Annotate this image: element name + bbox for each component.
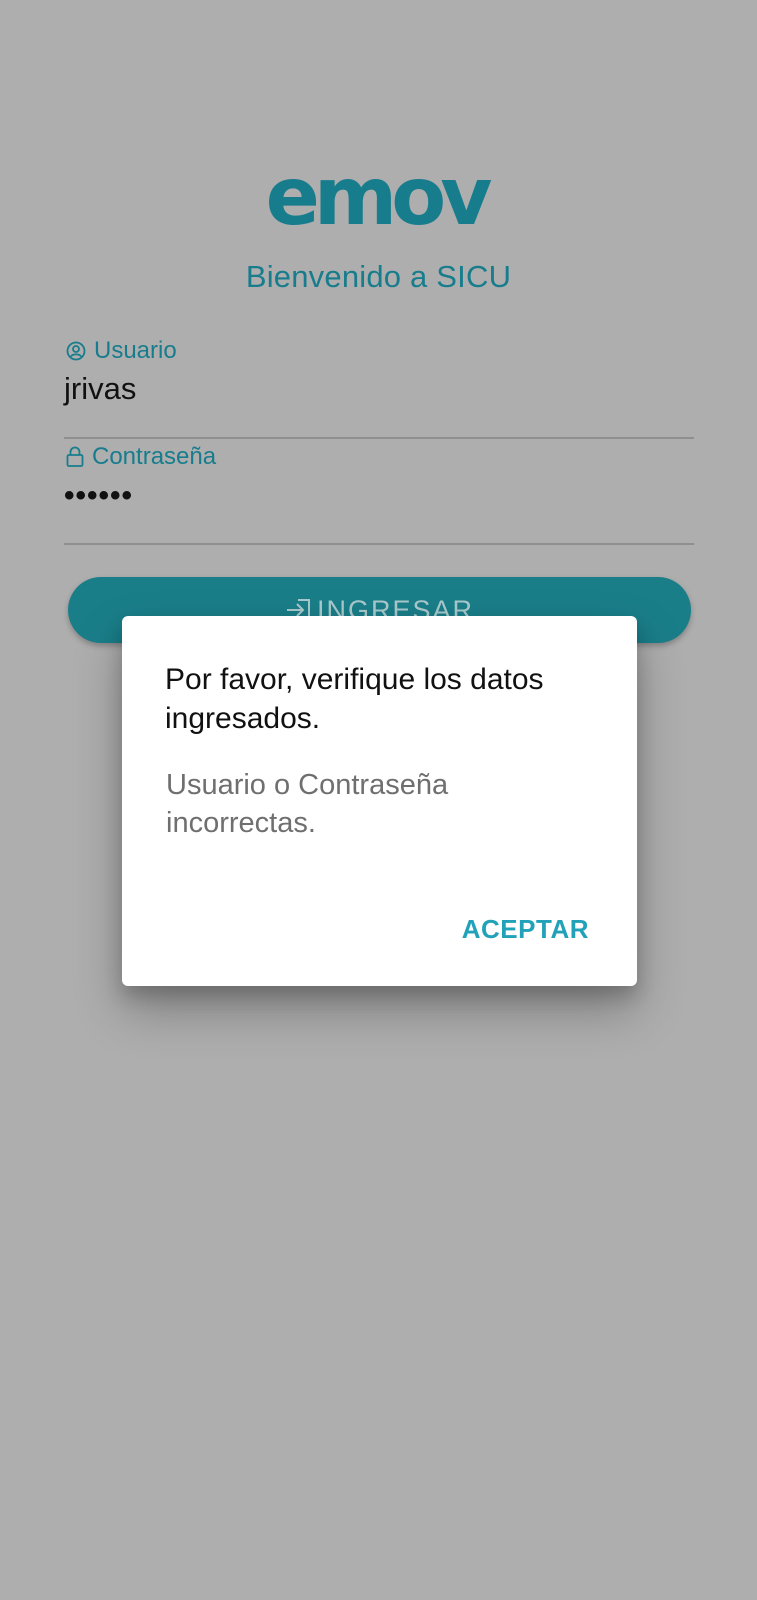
password-label-row: Contraseña	[66, 443, 216, 471]
username-value[interactable]: jrivas	[64, 371, 136, 407]
username-label: Usuario	[94, 337, 177, 364]
emov-logo: emov	[266, 160, 496, 243]
accept-button[interactable]: ACEPTAR	[462, 914, 589, 945]
welcome-title: Bienvenido a SICU	[245, 259, 512, 294]
username-field[interactable]: Usuario jrivas	[64, 333, 694, 441]
user-circle-icon	[66, 341, 86, 361]
logo-text: emov	[266, 160, 492, 243]
dialog-message: Usuario o Contraseña incorrectas.	[166, 769, 449, 839]
password-label: Contraseña	[92, 443, 217, 470]
error-dialog: Por favor, verifique los datos ingresado…	[122, 616, 637, 986]
lock-icon	[66, 446, 84, 467]
password-field[interactable]: Contraseña ••••••	[64, 439, 694, 547]
dialog-title: Por favor, verifique los datos ingresado…	[165, 663, 544, 735]
password-value[interactable]: ••••••	[64, 479, 133, 513]
password-underline	[64, 543, 694, 545]
username-label-row: Usuario	[66, 337, 177, 365]
